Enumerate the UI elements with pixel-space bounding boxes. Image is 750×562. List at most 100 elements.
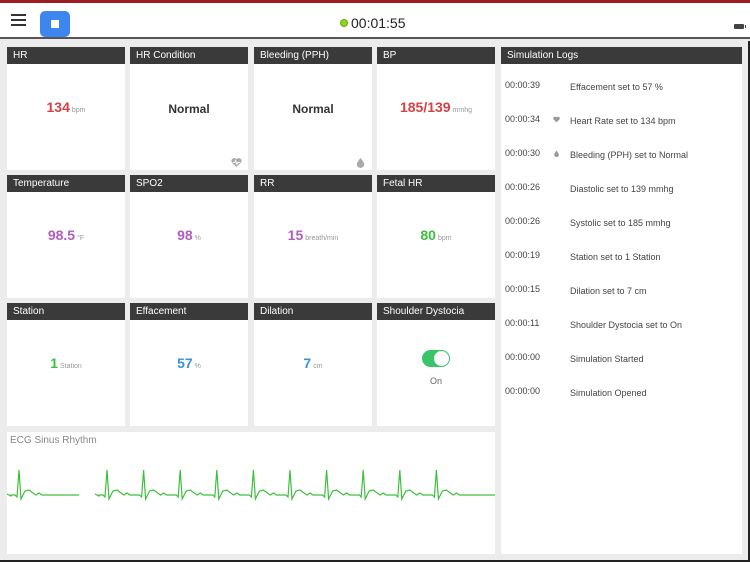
log-entry: 00:00:34 Heart Rate set to 134 bpm [501,114,742,134]
value-number: 80 [420,227,436,243]
log-time: 00:00:00 [505,352,541,362]
tile-bp: BP 185/139 mmhg [377,47,495,170]
log-entry: 00:00:00 Simulation Opened [501,386,742,406]
log-time: 00:00:30 [505,148,541,158]
log-time: 00:00:11 [505,318,540,328]
value-number: 1 [50,355,58,371]
tile-header: BP [377,47,495,64]
tile-header: HR Condition [130,47,248,64]
log-time: 00:00:00 [505,386,541,396]
tile-header: HR [7,47,125,64]
value-unit: °F [77,235,85,242]
value-unit: % [194,363,201,370]
tile-effacement: Effacement 57% [130,303,248,426]
log-message: Station set to 1 Station [570,252,661,262]
tile-header: RR [254,175,372,192]
tile-status-text: Normal [168,102,210,116]
value-unit: cm [313,363,323,370]
value-unit: bpm [71,107,86,114]
ecg-trace-segment [94,469,495,502]
value-unit: Station [60,363,82,370]
hamburger-menu-icon[interactable] [11,14,26,26]
value-unit: breath/min [305,235,339,242]
log-time: 00:00:26 [505,182,541,192]
simulation-logs-panel: Simulation Logs 00:00:39 Effacement set t… [501,47,742,554]
ecg-waveform [7,469,495,502]
top-navbar: 00:01:55 [0,3,750,39]
tile-header: Fetal HR [377,175,495,192]
log-time: 00:00:34 [505,114,541,124]
log-message: Simulation Opened [570,388,647,398]
tile-header: Effacement [130,303,248,320]
log-message: Dilation set to 7 cm [570,286,647,296]
heart-pulse-icon [231,155,242,168]
tile-header: Temperature [7,175,125,192]
value-number: 7 [303,355,312,371]
status-dot-icon [340,19,348,27]
stop-simulation-button[interactable] [40,11,70,37]
log-entry: 00:00:26 Systolic set to 185 mmhg [501,216,742,236]
log-message: Shoulder Dystocia set to On [570,320,683,330]
tile-value: 98.5 °F [7,227,125,243]
simulation-timer: 00:01:55 [340,15,406,31]
tile-hr: HR 134 bpm [7,47,125,170]
tile-header: SPO2 [130,175,248,192]
tile-fetal-hr: Fetal HR 80 bpm [377,175,495,298]
log-message: Bleeding (PPH) set to Normal [570,150,689,160]
log-message: Effacement set to 57 % [570,82,663,92]
heart-icon [553,115,560,123]
value-unit: bpm [437,235,452,242]
tile-rr: RR 15 breath/min [254,175,372,298]
toggle-state-label: On [429,376,442,386]
timer-text: 00:01:55 [351,15,406,31]
tile-shoulder-dystocia: Shoulder Dystocia On [377,303,495,426]
tile-value: 57% [130,355,248,371]
value-number: 98.5 [47,227,76,243]
log-message: Systolic set to 185 mmhg [570,218,671,228]
tile-value: 98% [130,227,248,243]
tile-hr-condition: HR Condition Normal [130,47,248,170]
shoulder-dystocia-toggle[interactable] [422,350,450,367]
tile-station: Station 1 Station [7,303,125,426]
value-unit: mmhg [452,107,473,114]
log-message: Diastolic set to 139 mmhg [570,184,674,194]
tile-header: Bleeding (PPH) [254,47,372,64]
log-entry: 00:00:39 Effacement set to 57 % [501,80,742,100]
tile-value: 1 Station [7,355,125,371]
value-number: 134 [46,99,70,115]
log-time: 00:00:26 [505,216,541,226]
value-number: 98 [177,227,193,243]
stop-icon [51,20,59,28]
tile-value: 134 bpm [7,99,125,115]
ecg-trace-segment [7,469,79,502]
log-time: 00:00:19 [505,250,541,260]
drop-icon [553,149,560,157]
value-number: 57 [177,355,193,371]
log-entry: 00:00:30 Bleeding (PPH) set to Normal [501,148,742,168]
value-unit: % [194,235,201,242]
log-entry: 00:00:00 Simulation Started [501,352,742,372]
tile-bleeding: Bleeding (PPH) Normal [254,47,372,170]
ecg-panel: ECG Sinus Rhythm [7,432,495,554]
log-entry: 00:00:11 Shoulder Dystocia set to On [501,318,742,338]
log-time: 00:00:39 [505,80,541,90]
tile-status-text: Normal [292,102,334,116]
tile-value: 15 breath/min [254,227,372,243]
tile-value: 185/139 mmhg [377,99,495,115]
log-entry: 00:00:15 Dilation set to 7 cm [501,284,742,304]
tile-header: Shoulder Dystocia [377,303,495,320]
tile-spo2: SPO2 98% [130,175,248,298]
tile-temperature: Temperature 98.5 °F [7,175,125,298]
log-entry: 00:00:26 Diastolic set to 139 mmhg [501,182,742,202]
tile-dilation: Dilation 7 cm [254,303,372,426]
tile-header: Dilation [254,303,372,320]
value-number: 185/139 [399,99,451,115]
battery-icon [734,24,746,29]
tile-header: Station [7,303,125,320]
logs-title: Simulation Logs [501,47,742,64]
log-entry: 00:00:19 Station set to 1 Station [501,250,742,270]
tile-value: 7 cm [254,355,372,371]
log-message: Heart Rate set to 134 bpm [570,116,676,126]
value-number: 15 [287,227,304,243]
drop-icon [355,155,366,168]
